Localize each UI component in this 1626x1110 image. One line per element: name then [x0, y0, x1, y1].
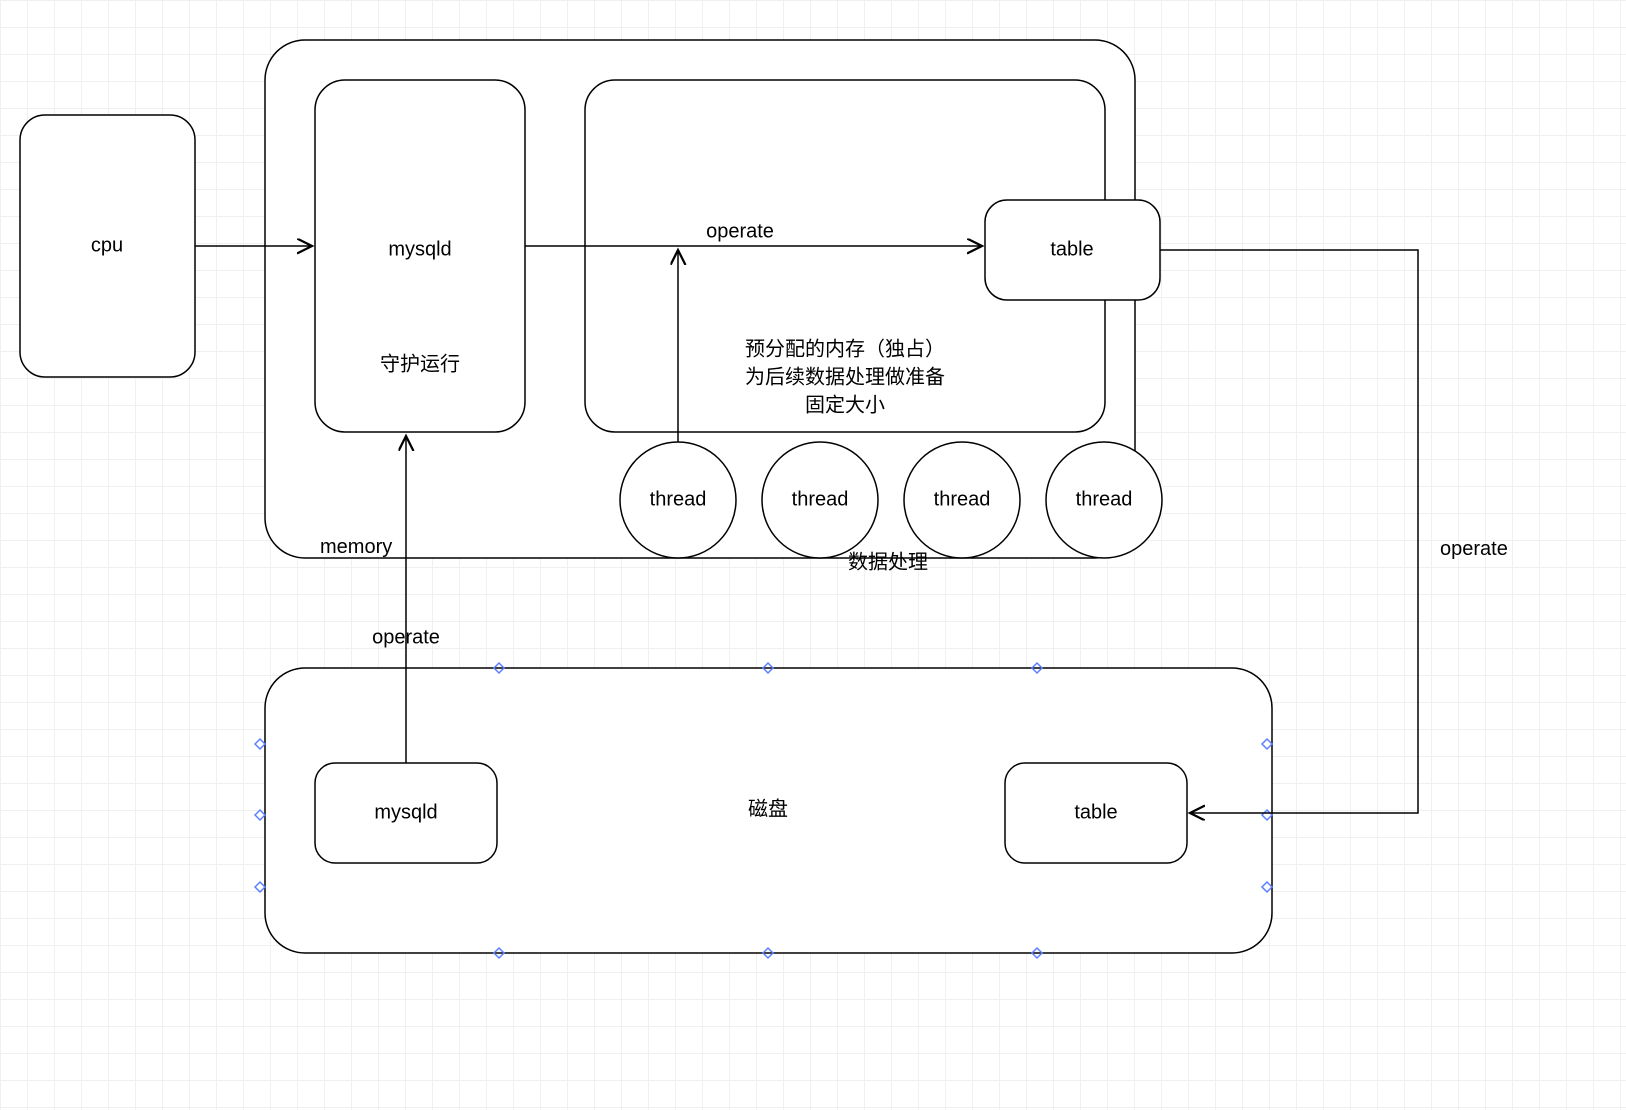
- buffer-line-0: 预分配的内存（独占）: [745, 337, 945, 360]
- buffer-line-2: 固定大小: [805, 393, 885, 416]
- mysqld-disk-label: mysqld: [374, 801, 437, 823]
- thread-label-3: thread: [1076, 488, 1133, 510]
- thread-label-1: thread: [792, 488, 849, 510]
- threads-caption: 数据处理: [848, 550, 928, 573]
- mysqld-memory-label: mysqld: [388, 238, 451, 260]
- table-memory-label: table: [1050, 238, 1093, 260]
- cpu-label: cpu: [91, 234, 123, 256]
- table-disk-label: table: [1074, 801, 1117, 823]
- thread-label-0: thread: [650, 488, 707, 510]
- buffer-line-1: 为后续数据处理做准备: [745, 365, 945, 388]
- thread-label-2: thread: [934, 488, 991, 510]
- edge-table-mem-to-disk-label: operate: [1440, 538, 1508, 560]
- edge-mysqld-to-table-label: operate: [706, 220, 774, 242]
- disk-label: 磁盘: [748, 797, 788, 820]
- mysqld-memory-sublabel: 守护运行: [380, 352, 460, 375]
- edge-mysqld-disk-to-mem-label: operate: [372, 626, 440, 648]
- memory-label: memory: [320, 536, 392, 558]
